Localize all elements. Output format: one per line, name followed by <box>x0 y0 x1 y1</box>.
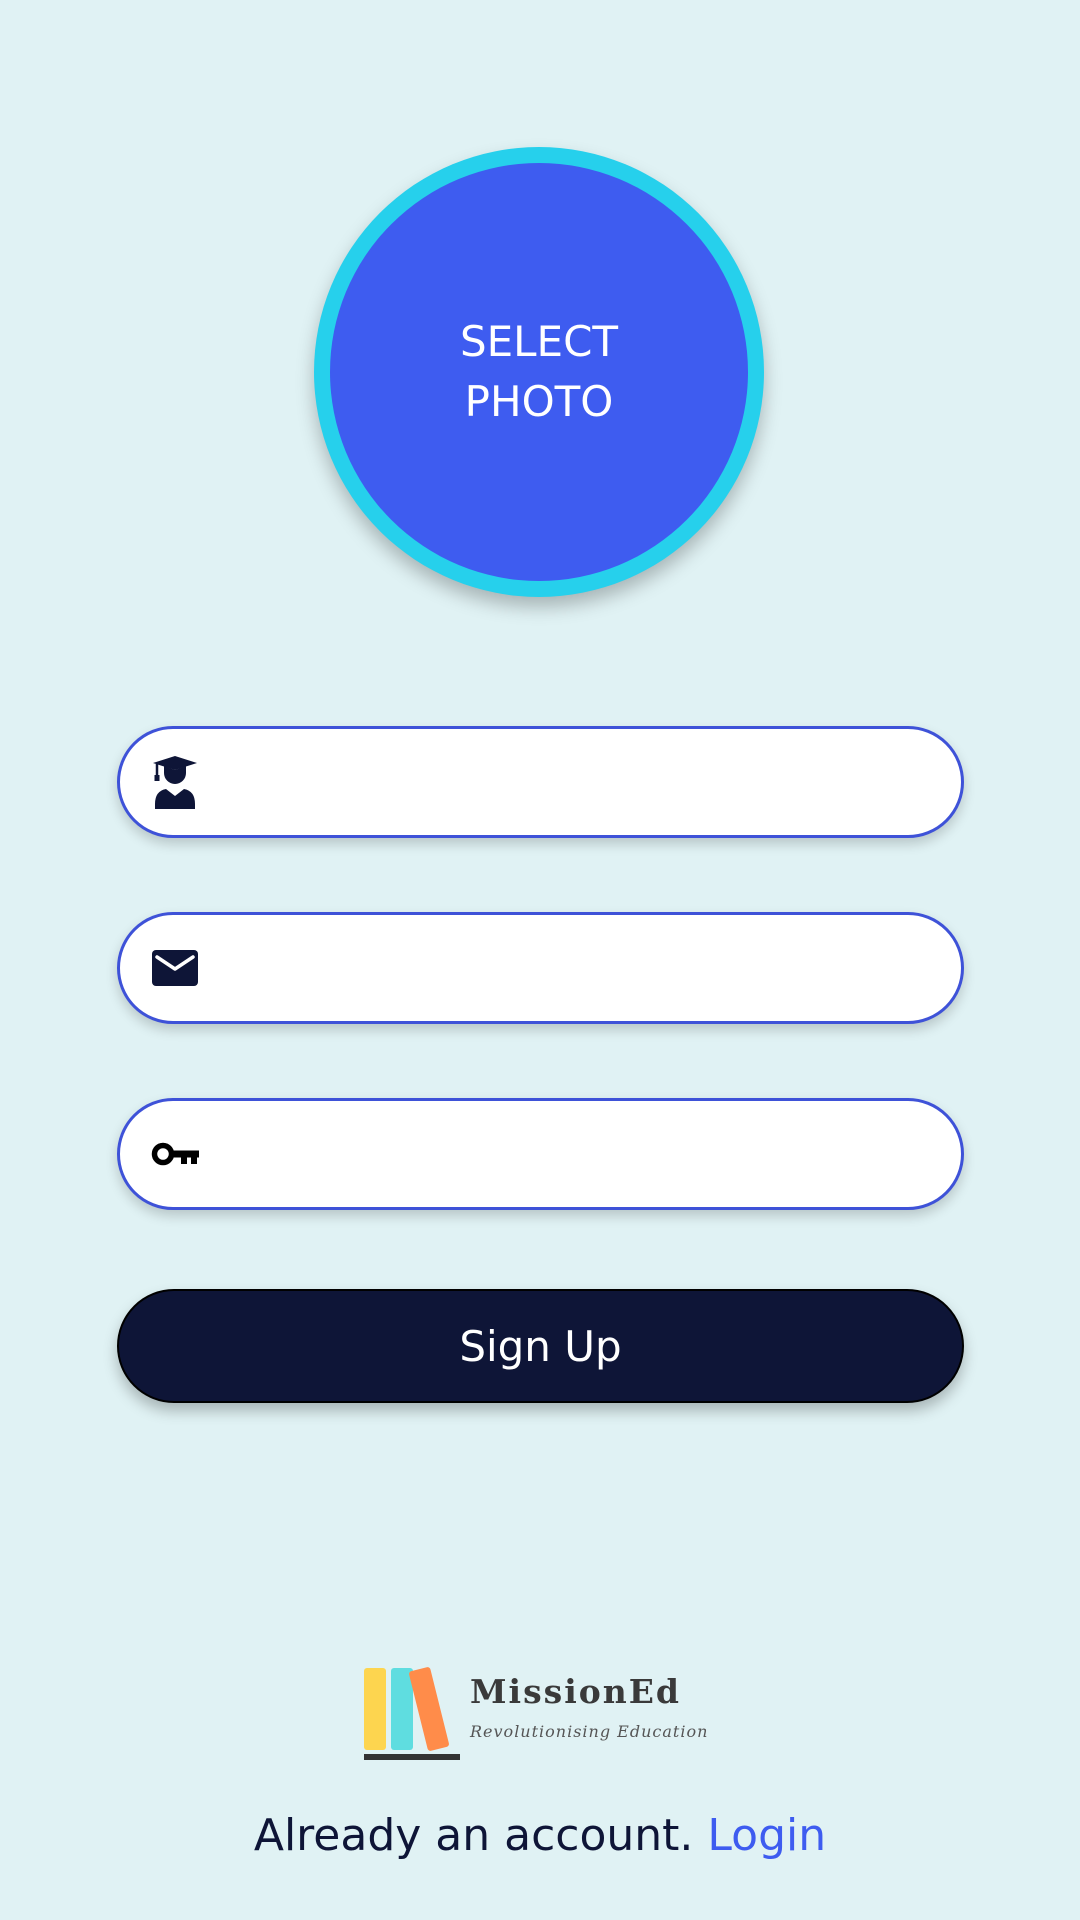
name-field[interactable] <box>117 726 964 838</box>
password-input[interactable] <box>224 1132 911 1176</box>
select-photo-button[interactable]: SELECT PHOTO <box>314 147 764 597</box>
mail-icon <box>150 940 200 996</box>
email-field[interactable] <box>117 912 964 1024</box>
select-photo-inner: SELECT PHOTO <box>330 163 748 581</box>
login-link[interactable]: Login <box>707 1810 826 1861</box>
select-photo-label-line1: SELECT <box>459 317 619 366</box>
name-input[interactable] <box>224 760 911 804</box>
login-prompt: Already an account. Login <box>0 1810 1080 1861</box>
select-photo-label: SELECT PHOTO <box>429 312 649 432</box>
key-icon <box>150 1126 200 1182</box>
password-field[interactable] <box>117 1098 964 1210</box>
select-photo-label-line2: PHOTO <box>464 377 614 426</box>
missioned-logo: MissionEd Revolutionising Education <box>362 1662 707 1762</box>
student-graduate-icon <box>150 754 200 810</box>
brand-tagline: Revolutionising Education <box>470 1722 709 1741</box>
email-input[interactable] <box>224 946 911 990</box>
sign-up-button[interactable]: Sign Up <box>117 1289 964 1403</box>
books-logo-icon <box>364 1667 460 1760</box>
brand-name: MissionEd <box>470 1672 681 1711</box>
login-prompt-text: Already an account. <box>253 1810 694 1861</box>
